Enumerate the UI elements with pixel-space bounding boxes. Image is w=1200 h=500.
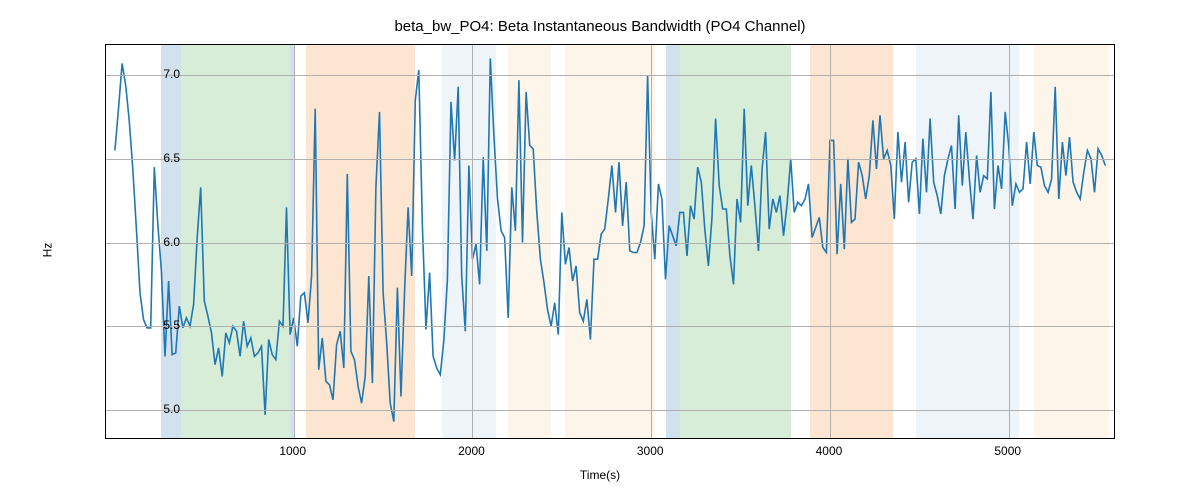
y-tick-label: 6.0	[120, 235, 180, 249]
grid-line	[106, 243, 1114, 244]
chart-title: beta_bw_PO4: Beta Instantaneous Bandwidt…	[0, 18, 1200, 35]
y-tick-label: 7.0	[120, 67, 180, 81]
x-tick-label: 3000	[637, 444, 664, 458]
x-tick-label: 1000	[279, 444, 306, 458]
x-tick-label: 5000	[994, 444, 1021, 458]
line-svg	[106, 45, 1114, 438]
grid-line	[651, 45, 652, 438]
grid-line	[1009, 45, 1010, 438]
y-axis-label: Hz	[40, 243, 54, 258]
y-tick-label: 5.5	[120, 318, 180, 332]
grid-line	[472, 45, 473, 438]
grid-line	[106, 159, 1114, 160]
x-axis-label: Time(s)	[0, 468, 1200, 482]
plot-area	[105, 44, 1115, 439]
grid-line	[294, 45, 295, 438]
x-tick-label: 2000	[458, 444, 485, 458]
grid-line	[106, 75, 1114, 76]
grid-line	[106, 326, 1114, 327]
y-tick-label: 5.0	[120, 402, 180, 416]
grid-line	[830, 45, 831, 438]
chart-container: beta_bw_PO4: Beta Instantaneous Bandwidt…	[0, 0, 1200, 500]
x-tick-label: 4000	[816, 444, 843, 458]
data-line	[115, 58, 1105, 421]
grid-line	[106, 410, 1114, 411]
y-tick-label: 6.5	[120, 151, 180, 165]
